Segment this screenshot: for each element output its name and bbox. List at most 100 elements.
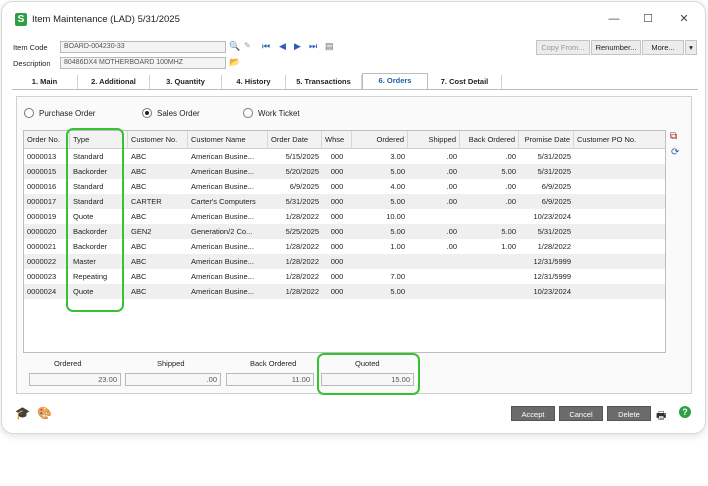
- cell-order-no: 0000017: [27, 197, 57, 206]
- cell-customer-name: American Busine...: [191, 257, 254, 266]
- cell-customer-po: [574, 284, 665, 299]
- purchase-order-label: Purchase Order: [39, 109, 96, 118]
- renumber-button[interactable]: Renumber...: [591, 40, 641, 55]
- cell-customer-po: [574, 209, 665, 224]
- cell-order-no: 0000013: [27, 152, 57, 161]
- description-field[interactable]: 80486DX4 MOTHERBOARD 100MHZ: [60, 57, 226, 69]
- cell-customer-po: [574, 239, 665, 254]
- col-whse[interactable]: Whse: [322, 131, 352, 149]
- cell-shipped: [408, 254, 460, 269]
- cell-customer-po: [574, 164, 665, 179]
- more-button[interactable]: More...: [642, 40, 684, 55]
- cell-ordered: 5.00: [390, 287, 405, 296]
- item-code-field[interactable]: BOARD-004230-33: [60, 41, 226, 53]
- cell-customer-name: American Busine...: [191, 287, 254, 296]
- cell-customer-po: [574, 179, 665, 194]
- close-button[interactable]: ✕: [674, 11, 694, 27]
- cell-shipped: .00: [446, 167, 457, 176]
- tab-orders[interactable]: 6. Orders: [362, 73, 428, 89]
- cell-whse: 000: [330, 272, 344, 281]
- delete-button[interactable]: Delete: [607, 406, 651, 421]
- cell-back-ordered: [460, 269, 519, 284]
- shipped-total-label: Shipped: [157, 359, 185, 368]
- cell-customer-name: American Busine...: [191, 272, 254, 281]
- sales-order-label: Sales Order: [157, 109, 200, 118]
- back-ordered-total-value: 11.00: [226, 373, 314, 386]
- cell-customer-name: American Busine...: [191, 152, 254, 161]
- first-record-icon[interactable]: ⏮: [262, 40, 270, 52]
- cell-shipped: [408, 209, 460, 224]
- cell-customer-no: ABC: [131, 257, 147, 266]
- sales-order-radio[interactable]: [142, 108, 152, 118]
- next-record-icon[interactable]: ▶: [294, 40, 301, 52]
- erase-icon[interactable]: ✎: [244, 40, 251, 52]
- cell-whse: 000: [330, 167, 344, 176]
- cell-whse: 000: [330, 242, 344, 251]
- app-logo-icon: S: [15, 13, 27, 26]
- tab-main[interactable]: 1. Main: [12, 75, 78, 89]
- maximize-button[interactable]: ☐: [638, 11, 658, 27]
- cell-shipped: [408, 284, 460, 299]
- tab-transactions[interactable]: 5. Transactions: [286, 75, 362, 89]
- cell-ordered: [352, 254, 408, 269]
- color-wheel-icon[interactable]: 🎨: [37, 406, 52, 420]
- col-ordered[interactable]: Ordered: [352, 131, 408, 149]
- more-dropdown-icon[interactable]: ▾: [685, 40, 697, 55]
- tab-strip: 1. Main 2. Additional 3. Quantity 4. His…: [12, 73, 702, 89]
- cell-customer-name: American Busine...: [191, 242, 254, 251]
- cell-order-no: 0000016: [27, 182, 57, 191]
- ordered-total-value: 23.00: [29, 373, 121, 386]
- work-ticket-label: Work Ticket: [258, 109, 300, 118]
- cancel-button[interactable]: Cancel: [559, 406, 603, 421]
- cell-customer-no: ABC: [131, 167, 147, 176]
- cell-back-ordered: 5.00: [501, 167, 516, 176]
- col-back-ordered[interactable]: Back Ordered: [460, 131, 519, 149]
- previous-record-icon[interactable]: ◀: [279, 40, 286, 52]
- cell-order-date: 5/20/2025: [285, 167, 319, 176]
- col-order-date[interactable]: Order Date: [268, 131, 322, 149]
- cell-back-ordered: .00: [505, 152, 516, 161]
- cell-customer-no: ABC: [131, 287, 147, 296]
- cell-order-no: 0000020: [27, 227, 57, 236]
- cell-order-date: 1/28/2022: [285, 242, 319, 251]
- cell-whse: 000: [330, 257, 344, 266]
- cell-order-no: 0000024: [27, 287, 57, 296]
- tab-history[interactable]: 4. History: [222, 75, 286, 89]
- folder-icon[interactable]: 📂: [229, 56, 240, 68]
- cell-ordered: 10.00: [386, 212, 405, 221]
- col-order-no[interactable]: Order No.: [24, 131, 70, 149]
- tab-divider: [12, 89, 698, 90]
- last-record-icon[interactable]: ⏭: [309, 40, 317, 52]
- tab-quantity[interactable]: 3. Quantity: [150, 75, 222, 89]
- work-ticket-radio[interactable]: [243, 108, 253, 118]
- tab-cost-detail[interactable]: 7. Cost Detail: [428, 75, 502, 89]
- cell-customer-no: ABC: [131, 212, 147, 221]
- cell-order-no: 0000019: [27, 212, 57, 221]
- col-customer-po[interactable]: Customer PO No.: [574, 131, 665, 149]
- cell-promise-date: 5/31/2025: [537, 227, 571, 236]
- cell-customer-po: [574, 269, 665, 284]
- refresh-icon[interactable]: ⟳: [671, 147, 679, 158]
- search-icon[interactable]: 🔍: [229, 40, 240, 52]
- help-icon[interactable]: ?: [679, 406, 691, 418]
- graduation-cap-icon[interactable]: 🎓: [15, 406, 30, 420]
- accept-button[interactable]: Accept: [511, 406, 555, 421]
- printer-icon[interactable]: 🖶: [656, 407, 666, 426]
- back-ordered-total-label: Back Ordered: [250, 359, 297, 368]
- window-title: Item Maintenance (LAD) 5/31/2025: [32, 14, 180, 25]
- cell-back-ordered: .00: [505, 197, 516, 206]
- minimize-button[interactable]: —: [604, 11, 624, 27]
- list-icon[interactable]: ▤: [325, 40, 334, 52]
- tab-additional[interactable]: 2. Additional: [78, 75, 150, 89]
- cell-whse: 000: [330, 287, 344, 296]
- cell-shipped: [408, 269, 460, 284]
- col-customer-name[interactable]: Customer Name: [188, 131, 268, 149]
- split-view-icon[interactable]: ⧉: [670, 131, 677, 142]
- col-promise-date[interactable]: Promise Date: [519, 131, 574, 149]
- col-shipped[interactable]: Shipped: [408, 131, 460, 149]
- purchase-order-radio[interactable]: [24, 108, 34, 118]
- cell-customer-name: Generation/2 Co...: [191, 227, 253, 236]
- copy-from-button[interactable]: Copy From...: [536, 40, 590, 55]
- col-customer-no[interactable]: Customer No.: [128, 131, 188, 149]
- cell-ordered: 5.00: [390, 197, 405, 206]
